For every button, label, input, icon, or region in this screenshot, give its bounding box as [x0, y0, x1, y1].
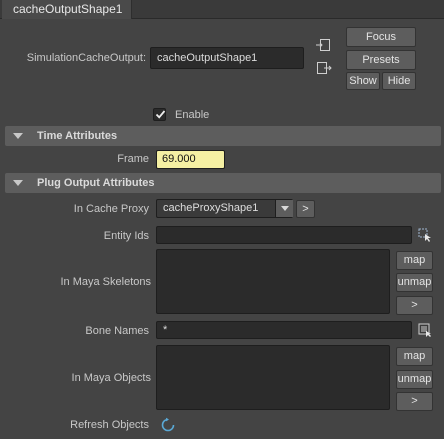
enable-label: Enable — [175, 109, 210, 121]
in-cache-proxy-go-button[interactable]: > — [296, 200, 315, 218]
focus-button[interactable]: Focus — [346, 27, 416, 47]
skeletons-map-button[interactable]: map — [396, 251, 433, 270]
collapse-triangle-icon — [13, 180, 23, 186]
objects-go-button[interactable]: > — [396, 392, 433, 411]
node-type-label: SimulationCacheOutput: — [26, 52, 146, 64]
connection-in-icon[interactable] — [316, 38, 332, 52]
frame-field[interactable]: 69.000 — [156, 150, 225, 169]
connection-out-icon[interactable] — [316, 61, 332, 75]
objects-unmap-button[interactable]: unmap — [396, 370, 433, 389]
objects-map-button[interactable]: map — [396, 347, 433, 366]
in-maya-objects-label: In Maya Objects — [71, 372, 151, 384]
tab-cache-output-shape[interactable]: cacheOutputShape1 — [2, 0, 132, 19]
checkmark-icon — [155, 110, 166, 119]
entity-ids-label: Entity Ids — [103, 230, 149, 242]
presets-button[interactable]: Presets — [346, 50, 416, 70]
section-time-attributes[interactable]: Time Attributes — [5, 126, 441, 146]
list-picker-icon[interactable] — [418, 323, 432, 337]
enable-checkbox[interactable] — [153, 108, 166, 121]
in-maya-skeletons-list[interactable] — [156, 249, 390, 314]
section-plug-output-attributes[interactable]: Plug Output Attributes — [5, 173, 441, 193]
section-title: Plug Output Attributes — [37, 177, 155, 189]
bone-names-label: Bone Names — [85, 325, 149, 337]
in-maya-objects-list[interactable] — [156, 345, 390, 410]
show-button[interactable]: Show — [346, 72, 380, 90]
select-picker-icon[interactable] — [418, 228, 432, 242]
skeletons-unmap-button[interactable]: unmap — [396, 273, 433, 292]
in-cache-proxy-value: cacheProxyShape1 — [163, 202, 259, 214]
in-cache-proxy-dropdown[interactable]: cacheProxyShape1 — [156, 199, 293, 218]
in-maya-skeletons-label: In Maya Skeletons — [60, 276, 152, 288]
skeletons-go-button[interactable]: > — [396, 296, 433, 315]
collapse-triangle-icon — [13, 133, 23, 139]
frame-label: Frame — [117, 153, 149, 165]
node-name-field[interactable]: cacheOutputShape1 — [150, 47, 304, 69]
dropdown-arrow-icon[interactable] — [275, 200, 293, 217]
refresh-icon[interactable] — [160, 417, 176, 433]
bone-names-field[interactable]: * — [156, 321, 412, 339]
in-cache-proxy-label: In Cache Proxy — [73, 203, 149, 215]
section-title: Time Attributes — [37, 130, 118, 142]
refresh-objects-label: Refresh Objects — [70, 419, 149, 431]
entity-ids-field[interactable] — [156, 226, 412, 244]
hide-button[interactable]: Hide — [382, 72, 416, 90]
